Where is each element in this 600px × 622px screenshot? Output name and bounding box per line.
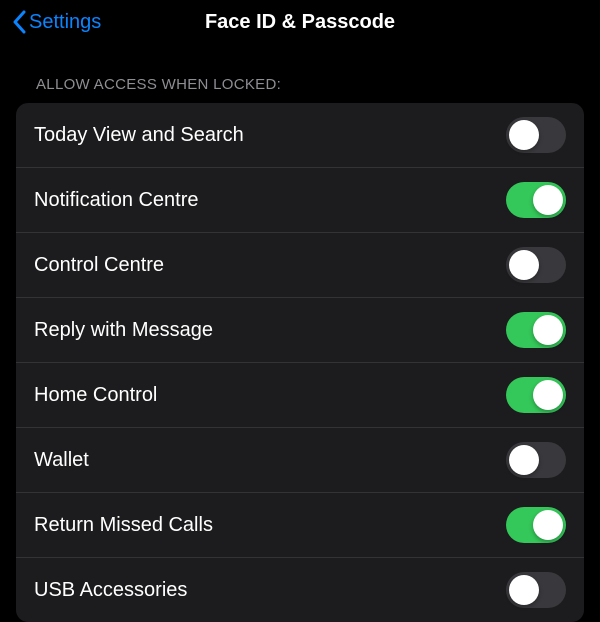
- toggle-knob: [509, 250, 539, 280]
- toggle-usb-accessories[interactable]: [506, 572, 566, 608]
- toggle-knob: [509, 445, 539, 475]
- toggle-knob: [509, 575, 539, 605]
- section-header: ALLOW ACCESS WHEN LOCKED:: [0, 44, 600, 103]
- toggle-wallet[interactable]: [506, 442, 566, 478]
- row-notification-centre: Notification Centre: [16, 167, 584, 232]
- row-label: Control Centre: [34, 254, 164, 277]
- row-wallet: Wallet: [16, 427, 584, 492]
- row-home-control: Home Control: [16, 362, 584, 427]
- row-return-missed-calls: Return Missed Calls: [16, 492, 584, 557]
- toggle-control-centre[interactable]: [506, 247, 566, 283]
- row-label: USB Accessories: [34, 579, 187, 602]
- row-today-view: Today View and Search: [16, 103, 584, 167]
- nav-bar: Settings Face ID & Passcode: [0, 0, 600, 44]
- row-label: Notification Centre: [34, 189, 199, 212]
- row-label: Return Missed Calls: [34, 514, 213, 537]
- row-label: Reply with Message: [34, 319, 213, 342]
- row-usb-accessories: USB Accessories: [16, 557, 584, 622]
- toggle-knob: [533, 315, 563, 345]
- toggle-reply-with-message[interactable]: [506, 312, 566, 348]
- row-control-centre: Control Centre: [16, 232, 584, 297]
- toggle-today-view[interactable]: [506, 117, 566, 153]
- toggle-knob: [533, 510, 563, 540]
- toggle-home-control[interactable]: [506, 377, 566, 413]
- row-reply-with-message: Reply with Message: [16, 297, 584, 362]
- page-title: Face ID & Passcode: [205, 11, 395, 34]
- chevron-left-icon: [12, 10, 27, 34]
- row-label: Wallet: [34, 449, 89, 472]
- back-label: Settings: [29, 11, 101, 34]
- toggle-return-missed-calls[interactable]: [506, 507, 566, 543]
- row-label: Home Control: [34, 384, 157, 407]
- toggle-notification-centre[interactable]: [506, 182, 566, 218]
- toggle-knob: [509, 120, 539, 150]
- settings-list: Today View and Search Notification Centr…: [16, 103, 584, 622]
- toggle-knob: [533, 185, 563, 215]
- row-label: Today View and Search: [34, 124, 244, 147]
- toggle-knob: [533, 380, 563, 410]
- back-button[interactable]: Settings: [12, 10, 101, 34]
